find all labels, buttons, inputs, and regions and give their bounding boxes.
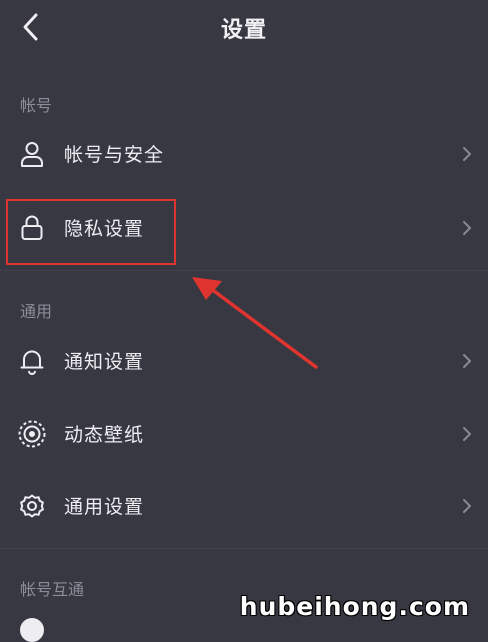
settings-item-label: 通知设置 [64, 351, 145, 373]
annotation-highlight-box [6, 199, 176, 265]
settings-item-notifications[interactable]: 通知设置 [0, 333, 488, 389]
user-icon [17, 139, 47, 169]
concentric-circles-icon [17, 419, 47, 449]
chevron-right-icon [460, 144, 474, 164]
settings-item-general[interactable]: 通用设置 [0, 478, 488, 534]
section-divider [0, 548, 488, 549]
annotation-arrow [192, 277, 318, 369]
top-bar: 设置 [0, 0, 488, 56]
chevron-right-icon [460, 218, 474, 238]
page-title: 设置 [220, 18, 267, 43]
partial-row-icon [20, 618, 44, 642]
section-label-account: 帐号 [20, 96, 53, 115]
gear-icon [17, 491, 47, 521]
settings-item-label: 动态壁纸 [64, 424, 145, 446]
watermark: hubeihong.com [239, 592, 470, 621]
settings-item-live-wallpaper[interactable]: 动态壁纸 [0, 406, 488, 462]
settings-item-account-security[interactable]: 帐号与安全 [0, 126, 488, 182]
section-label-general: 通用 [20, 302, 53, 321]
section-divider [0, 270, 488, 271]
chevron-right-icon [460, 351, 474, 371]
bell-icon [17, 346, 47, 376]
chevron-right-icon [460, 424, 474, 444]
settings-item-label: 帐号与安全 [64, 144, 165, 166]
chevron-right-icon [460, 496, 474, 516]
settings-item-label: 通用设置 [64, 496, 145, 518]
section-label-account-interop: 帐号互通 [20, 580, 85, 599]
